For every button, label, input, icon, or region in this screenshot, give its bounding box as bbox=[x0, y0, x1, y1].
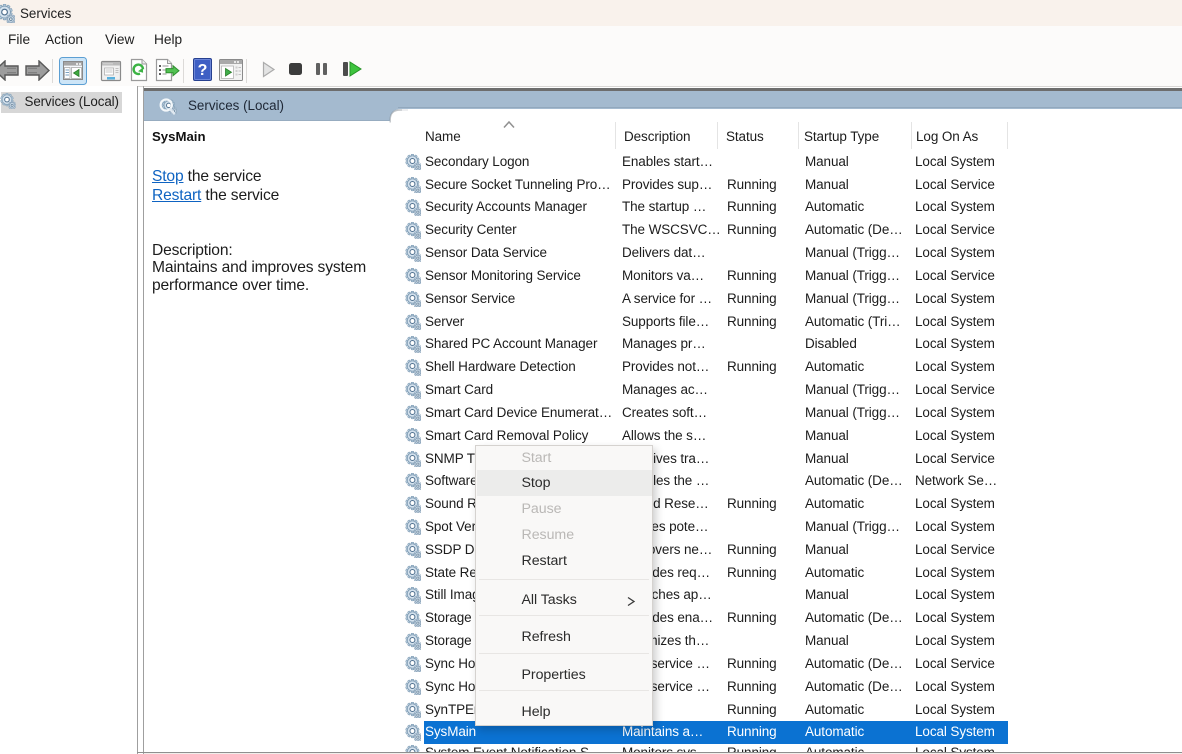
svg-text:?: ? bbox=[198, 62, 208, 79]
